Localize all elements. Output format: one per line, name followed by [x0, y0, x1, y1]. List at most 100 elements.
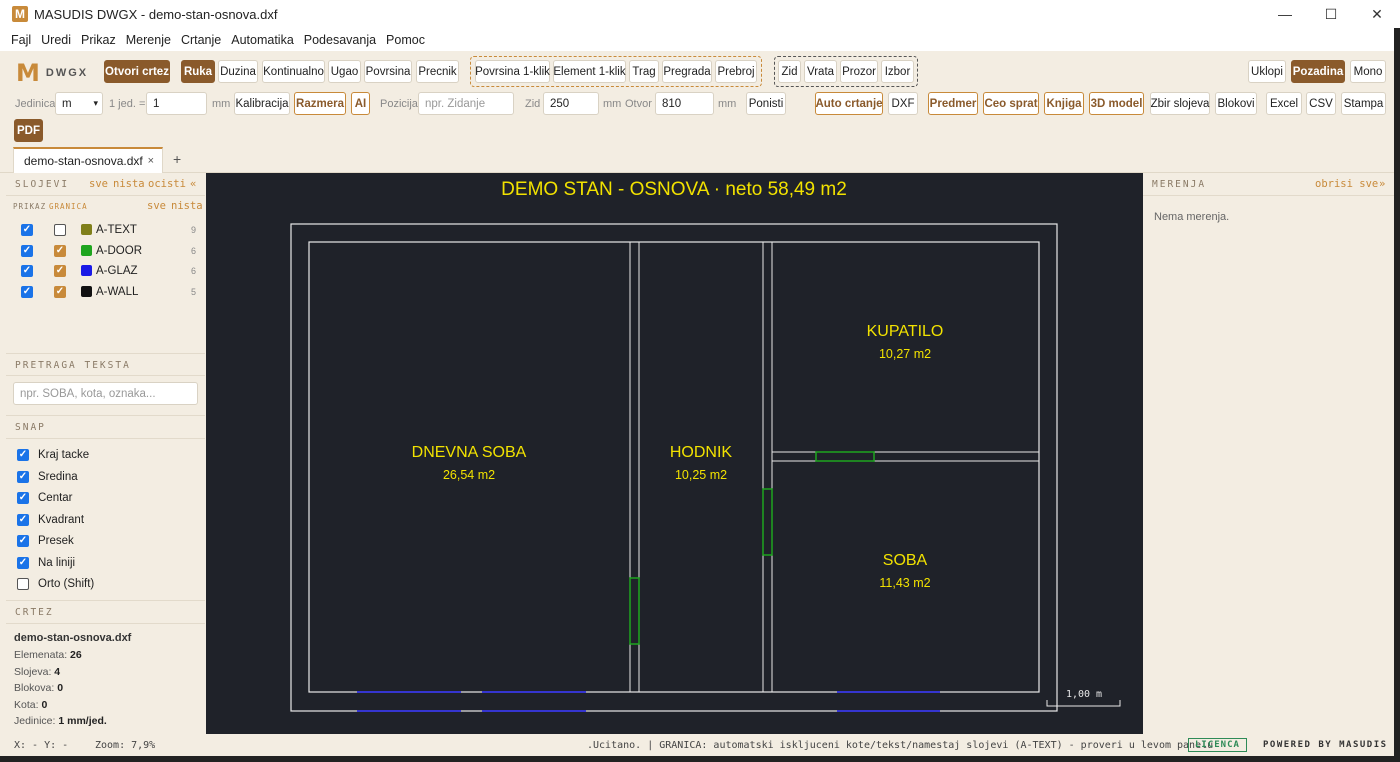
excel-button[interactable]: Excel [1266, 92, 1302, 115]
layer-border-checkbox[interactable]: ✓ [54, 265, 66, 277]
collapse-right-icon[interactable]: » [1379, 178, 1385, 190]
snap-option[interactable]: ✓ Na liniji [6, 556, 205, 575]
layer-visible-checkbox[interactable]: ✓ [21, 224, 33, 236]
snap-option[interactable]: ✓ Kvadrant [6, 513, 205, 532]
menu-prikaz[interactable]: Prikaz [81, 33, 116, 47]
layer-name: A-TEXT [96, 224, 137, 236]
layer-row[interactable]: ✓ ✓ A-GLAZ 6 [6, 265, 205, 283]
menu-podesavanja[interactable]: Podesavanja [304, 33, 376, 47]
snap-option[interactable]: Orto (Shift) [6, 578, 205, 596]
trace-button[interactable]: Trag [629, 60, 659, 83]
door-button[interactable]: Vrata [804, 60, 837, 83]
length-tool-button[interactable]: Duzina [218, 60, 258, 83]
add-tab-button[interactable]: + [173, 151, 181, 167]
one-unit-input[interactable]: 1 [146, 92, 207, 115]
border-all-link[interactable]: sve [147, 200, 166, 212]
floor-plan[interactable]: DEMO STAN - OSNOVA · neto 58,49 m2 DNEVN… [206, 173, 1143, 734]
whole-floor-button[interactable]: Ceo sprat [983, 92, 1039, 115]
menu-fajl[interactable]: Fajl [11, 33, 31, 47]
calibration-button[interactable]: Kalibracija [234, 92, 290, 115]
snap-checkbox[interactable]: ✓ [17, 470, 29, 483]
fit-button[interactable]: Uklopi [1248, 60, 1286, 83]
estimate-button[interactable]: Predmer [928, 92, 978, 115]
snap-checkbox[interactable]: ✓ [17, 513, 29, 526]
snap-option[interactable]: ✓ Sredina [6, 470, 205, 489]
clear-all-link[interactable]: obrisi sve [1315, 178, 1378, 190]
pdf-button[interactable]: PDF [14, 119, 43, 142]
room-name: SOBA [883, 552, 928, 569]
layer-visible-checkbox[interactable]: ✓ [21, 265, 33, 277]
layer-row[interactable]: ✓ ✓ A-DOOR 6 [6, 244, 205, 263]
snap-checkbox[interactable]: ✓ [17, 449, 29, 461]
drawing-file-name: demo-stan-osnova.dxf [14, 632, 132, 644]
layer-sum-button[interactable]: Zbir slojeva [1150, 92, 1210, 115]
scale-button[interactable]: Razmera [294, 92, 346, 115]
snap-option[interactable]: ✓ Centar [6, 492, 205, 510]
menu-pomoc[interactable]: Pomoc [386, 33, 425, 47]
tab-demo-stan[interactable]: demo-stan-osnova.dxf × [13, 147, 163, 173]
open-drawing-button[interactable]: Otvori crtez [104, 60, 170, 83]
menu-uredi[interactable]: Uredi [41, 33, 71, 47]
wall-thickness-input[interactable]: 250 [543, 92, 599, 115]
text-search-input[interactable]: npr. SOBA, kota, oznaka... [13, 382, 198, 405]
layer-visible-checkbox[interactable]: ✓ [21, 244, 33, 257]
print-button[interactable]: Stampa [1341, 92, 1386, 115]
mono-button[interactable]: Mono [1350, 60, 1386, 83]
layer-border-checkbox[interactable] [54, 224, 66, 236]
drawing-canvas[interactable]: DEMO STAN - OSNOVA · neto 58,49 m2 DNEVN… [206, 173, 1143, 734]
angle-tool-button[interactable]: Ugao [328, 60, 361, 83]
wall-button[interactable]: Zid [778, 60, 801, 83]
room-name: HODNIK [670, 444, 733, 461]
snap-checkbox[interactable]: ✓ [17, 535, 29, 547]
border-none-link[interactable]: nista [171, 200, 203, 212]
layer-border-checkbox[interactable]: ✓ [54, 244, 66, 257]
layer-row[interactable]: ✓ ✓ A-WALL 5 [6, 285, 205, 304]
window-tool-button[interactable]: Prozor [840, 60, 878, 83]
cancel-button[interactable]: Ponisti [746, 92, 786, 115]
snap-option[interactable]: ✓ Kraj tacke [6, 449, 205, 467]
layer-visible-checkbox[interactable]: ✓ [21, 285, 33, 298]
book-button[interactable]: Knjiga [1044, 92, 1084, 115]
3d-model-button[interactable]: 3D model [1089, 92, 1144, 115]
hand-tool-button[interactable]: Ruka [181, 60, 215, 83]
layer-border-checkbox[interactable]: ✓ [54, 285, 66, 298]
ai-button[interactable]: AI [351, 92, 370, 115]
unit-select[interactable]: m ▾ [55, 92, 103, 115]
snap-option[interactable]: ✓ Presek [6, 535, 205, 553]
partition-button[interactable]: Pregrada [662, 60, 712, 83]
auto-draw-button[interactable]: Auto crtanje [815, 92, 883, 115]
area-tool-button[interactable]: Povrsina [364, 60, 412, 83]
empty-measurements-text: Nema merenja. [1154, 211, 1230, 223]
layer-color-swatch [81, 265, 92, 276]
close-window-button[interactable]: ✕ [1354, 0, 1400, 28]
snap-checkbox[interactable] [17, 578, 29, 590]
csv-button[interactable]: CSV [1306, 92, 1336, 115]
menu-bar: Fajl Uredi Prikaz Merenje Crtanje Automa… [0, 28, 1400, 51]
snap-checkbox[interactable]: ✓ [17, 556, 29, 569]
blocks-button[interactable]: Blokovi [1215, 92, 1257, 115]
snap-checkbox[interactable]: ✓ [17, 492, 29, 504]
count-button[interactable]: Prebroj [715, 60, 757, 83]
layers-none-link[interactable]: nista [113, 178, 145, 190]
background-button[interactable]: Pozadina [1291, 60, 1345, 83]
layer-name: A-DOOR [96, 244, 142, 257]
select-button[interactable]: Izbor [881, 60, 914, 83]
area-one-click-button[interactable]: Povrsina 1-klik [475, 60, 550, 83]
position-input[interactable]: npr. Zidanje [418, 92, 514, 115]
diameter-tool-button[interactable]: Precnik [416, 60, 459, 83]
menu-crtanje[interactable]: Crtanje [181, 33, 221, 47]
dxf-button[interactable]: DXF [888, 92, 918, 115]
menu-automatika[interactable]: Automatika [231, 33, 294, 47]
layers-clear-link[interactable]: ocisti [148, 178, 186, 190]
maximize-button[interactable]: ☐ [1308, 0, 1354, 28]
layer-row[interactable]: ✓ A-TEXT 9 [6, 224, 205, 242]
element-one-click-button[interactable]: Element 1-klik [553, 60, 626, 83]
close-tab-icon[interactable]: × [148, 155, 154, 167]
opening-input[interactable]: 810 [655, 92, 714, 115]
license-badge[interactable]: LICENCA [1188, 738, 1247, 752]
layers-all-link[interactable]: sve [89, 178, 108, 190]
collapse-left-icon[interactable]: « [190, 178, 196, 190]
menu-merenje[interactable]: Merenje [126, 33, 171, 47]
continuous-tool-button[interactable]: Kontinualno [262, 60, 325, 83]
minimize-button[interactable]: — [1262, 0, 1308, 28]
